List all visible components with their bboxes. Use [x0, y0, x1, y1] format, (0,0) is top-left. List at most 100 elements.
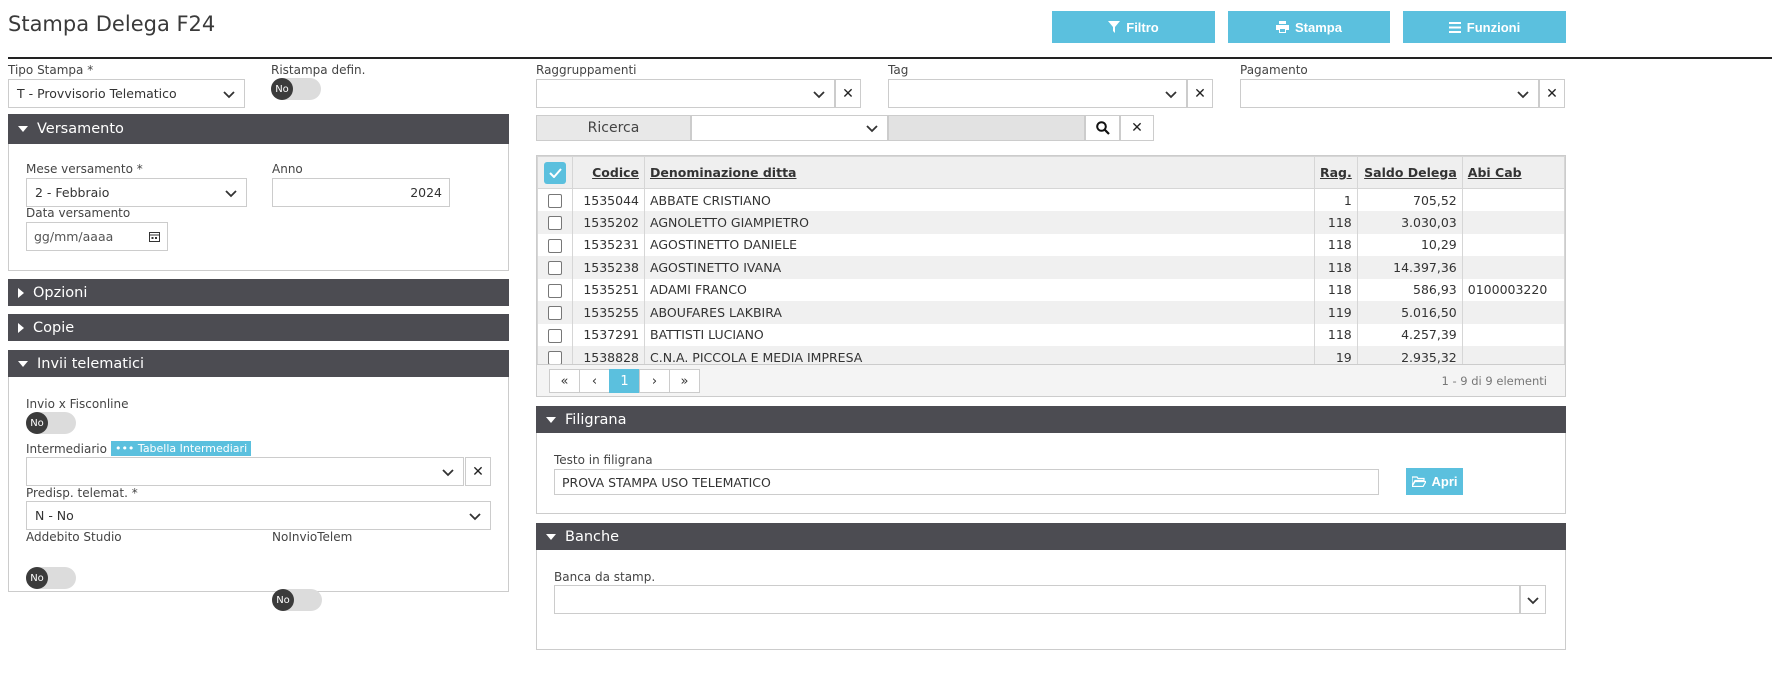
grid-footer: « ‹ 1 › » 1 - 9 di 9 elementi [537, 364, 1565, 396]
cell-denominazione: BATTISTI LUCIANO [644, 323, 1315, 346]
table-row[interactable]: 1535255 ABOUFARES LAKBIRA 119 5.016,50 [537, 301, 1566, 324]
table-row[interactable]: 1535044 ABBATE CRISTIANO 1 705,52 [537, 188, 1566, 211]
noinvio-toggle[interactable]: No [272, 589, 322, 611]
cell-codice: 1535238 [572, 256, 645, 279]
ricerca-field-select[interactable] [691, 115, 888, 141]
noinvio-label: NoInvioTelem [272, 530, 353, 544]
search-button[interactable] [1085, 115, 1120, 141]
filigrana-label: Testo in filigrana [554, 453, 653, 467]
checkbox-icon[interactable] [548, 216, 562, 230]
raggruppamenti-clear-button[interactable]: ✕ [835, 79, 861, 108]
banca-select[interactable] [554, 585, 1520, 614]
funzioni-button[interactable]: Funzioni [1403, 11, 1566, 43]
row-checkbox[interactable] [537, 233, 573, 256]
checkbox-icon[interactable] [548, 261, 562, 275]
cell-rag: 118 [1314, 211, 1358, 234]
row-checkbox[interactable] [537, 188, 573, 211]
cell-rag: 1 [1314, 188, 1358, 211]
row-checkbox[interactable] [537, 301, 573, 324]
pager-prev-button[interactable]: ‹ [579, 369, 610, 393]
pager-next-button[interactable]: › [639, 369, 670, 393]
tag-clear-button[interactable]: ✕ [1187, 79, 1213, 108]
versamento-title: Versamento [37, 121, 124, 137]
caret-down-icon [18, 126, 28, 132]
col-abicab[interactable]: Abi Cab [1461, 156, 1566, 189]
versamento-panel: Versamento Mese versamento * 2 - Febbrai… [8, 114, 509, 271]
ricerca-text-input[interactable] [888, 115, 1085, 141]
row-checkbox[interactable] [537, 256, 573, 279]
col-codice[interactable]: Codice [572, 156, 645, 189]
checkbox-icon[interactable] [548, 306, 562, 320]
caret-right-icon [18, 322, 24, 333]
cell-denominazione: AGOSTINETTO DANIELE [644, 233, 1315, 256]
copie-header[interactable]: Copie [8, 314, 509, 341]
anno-input[interactable]: 2024 [272, 178, 450, 207]
filigrana-header[interactable]: Filigrana [536, 406, 1566, 433]
pagamento-clear-button[interactable]: ✕ [1539, 79, 1565, 108]
chevron-down-icon [469, 512, 481, 520]
data-input[interactable]: gg/mm/aaaa [26, 222, 168, 251]
table-row[interactable]: 1537291 BATTISTI LUCIANO 118 4.257,39 [537, 323, 1566, 346]
opzioni-header[interactable]: Opzioni [8, 279, 509, 306]
fisconline-toggle[interactable]: No [26, 412, 76, 434]
row-checkbox[interactable] [537, 278, 573, 301]
pagamento-select[interactable] [1240, 79, 1539, 108]
pager-first-button[interactable]: « [549, 369, 580, 393]
search-clear-button[interactable]: ✕ [1120, 115, 1154, 141]
checkbox-icon[interactable] [548, 283, 562, 298]
caret-down-icon [546, 533, 556, 540]
funzioni-label: Funzioni [1466, 19, 1521, 35]
pager-page-1[interactable]: 1 [609, 369, 640, 393]
intermediario-select[interactable] [26, 457, 464, 486]
addebito-label: Addebito Studio [26, 530, 122, 544]
pager-last-button[interactable]: » [669, 369, 700, 393]
intermediario-label: Intermediario [26, 441, 107, 456]
printer-icon [1276, 21, 1290, 33]
checkbox-icon[interactable] [548, 328, 562, 343]
banca-dropdown-button[interactable] [1520, 585, 1546, 614]
col-rag[interactable]: Rag. [1314, 156, 1358, 189]
select-all-checkbox[interactable] [537, 156, 573, 189]
ristampa-toggle[interactable]: No [271, 78, 321, 100]
table-row[interactable]: 1535238 AGOSTINETTO IVANA 118 14.397,36 [537, 256, 1566, 279]
raggruppamenti-select[interactable] [536, 79, 835, 108]
col-saldo[interactable]: Saldo Delega [1356, 156, 1463, 189]
checkbox-icon[interactable] [548, 351, 562, 365]
tabella-intermediari-link[interactable]: ••• Tabella Intermediari [110, 441, 252, 456]
versamento-header[interactable]: Versamento [8, 114, 509, 144]
table-row[interactable]: 1535231 AGOSTINETTO DANIELE 118 10,29 [537, 233, 1566, 256]
table-row[interactable]: 1535251 ADAMI FRANCO 118 586,93 0100003220 [537, 278, 1566, 301]
row-checkbox[interactable] [537, 323, 573, 346]
col-denominazione[interactable]: Denominazione ditta [644, 156, 1315, 189]
banche-header[interactable]: Banche [536, 523, 1566, 550]
table-row[interactable]: 1535202 AGNOLETTO GIAMPIETRO 118 3.030,03 [537, 211, 1566, 234]
chevron-down-icon [866, 125, 878, 133]
tag-select[interactable] [888, 79, 1187, 108]
invii-title: Invii telematici [37, 355, 144, 372]
predisp-select[interactable]: N - No [26, 501, 491, 530]
row-checkbox[interactable] [537, 211, 573, 234]
checkbox-icon[interactable] [548, 193, 562, 208]
tipo-stampa-select[interactable]: T - Provvisorio Telematico [8, 79, 245, 108]
versamento-body: Mese versamento * 2 - Febbraio Anno 2024… [8, 144, 509, 271]
apri-button[interactable]: Apri [1406, 468, 1463, 495]
tipo-stampa-label: Tipo Stampa * [8, 63, 94, 77]
cell-abicab [1461, 256, 1566, 279]
cell-rag: 118 [1314, 233, 1358, 256]
cell-denominazione: AGOSTINETTO IVANA [644, 256, 1315, 279]
close-icon: ✕ [1131, 120, 1143, 136]
intermediario-clear-button[interactable]: ✕ [465, 457, 491, 486]
cell-saldo: 5.016,50 [1356, 301, 1463, 324]
calendar-icon[interactable] [149, 231, 160, 242]
cell-saldo: 4.257,39 [1356, 323, 1463, 346]
invii-header[interactable]: Invii telematici [8, 350, 509, 377]
checkbox-icon[interactable] [548, 238, 562, 253]
addebito-toggle[interactable]: No [26, 567, 76, 589]
filtro-button[interactable]: Filtro [1052, 11, 1215, 43]
stampa-button[interactable]: Stampa [1228, 11, 1390, 43]
mese-select[interactable]: 2 - Febbraio [26, 178, 247, 207]
checkmark-icon [544, 161, 566, 184]
raggruppamenti-label: Raggruppamenti [536, 63, 637, 77]
cell-codice: 1535044 [572, 188, 645, 211]
filigrana-input[interactable]: PROVA STAMPA USO TELEMATICO [554, 469, 1379, 495]
